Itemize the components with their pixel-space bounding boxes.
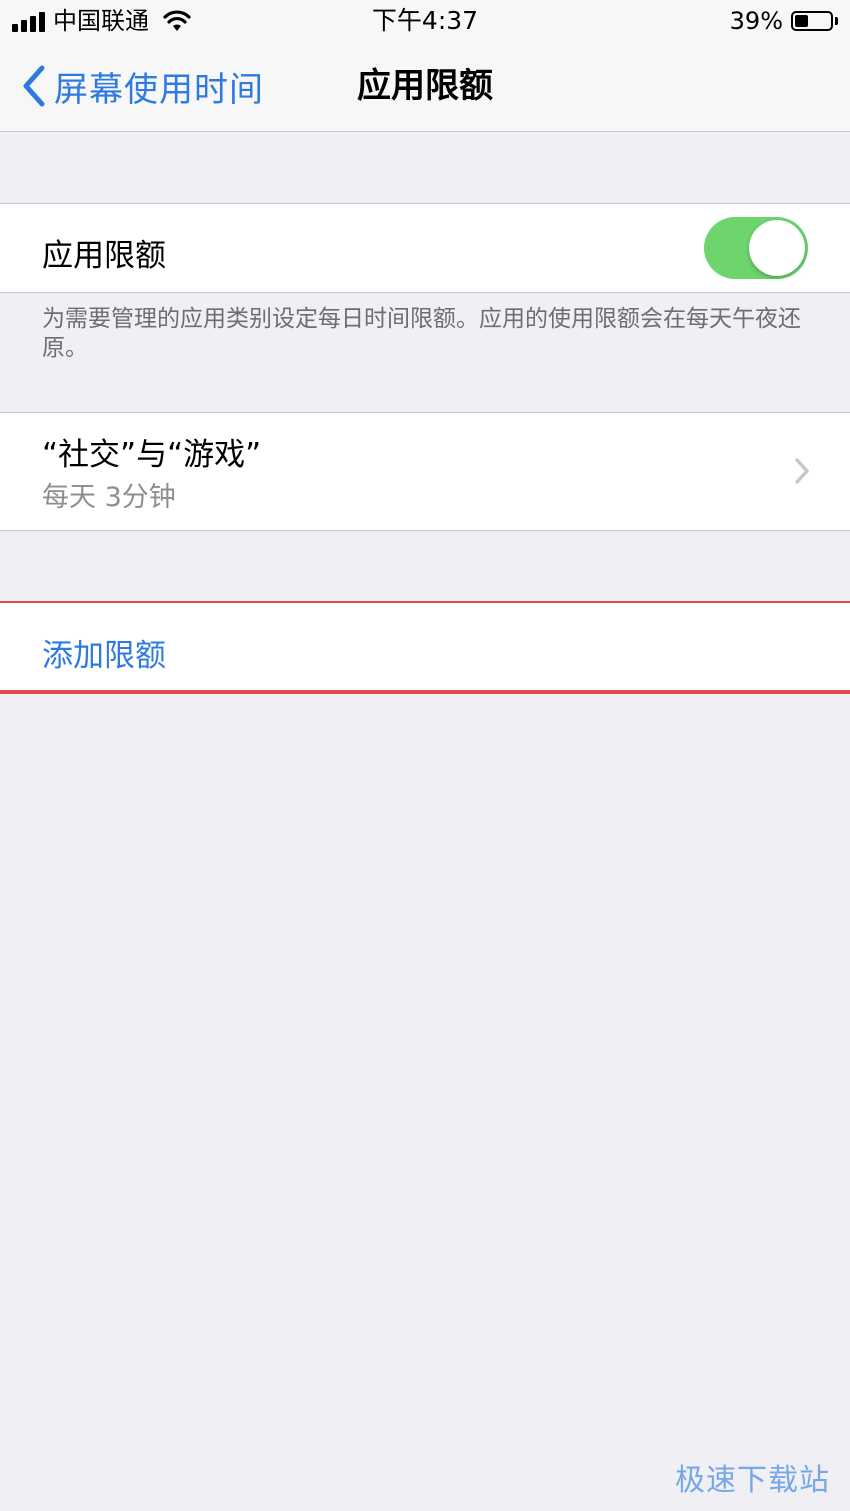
add-limit-label: 添加限额 — [42, 638, 166, 674]
status-right: 39% — [730, 6, 838, 36]
chevron-right-icon — [795, 458, 809, 484]
add-limit-button[interactable]: 添加限额 — [0, 603, 850, 693]
app-limits-description: 为需要管理的应用类别设定每日时间限额。应用的使用限额会在每天午夜还原。 — [42, 306, 801, 361]
highlight-border-bottom — [0, 690, 850, 694]
limit-item-subtitle: 每天 3分钟 — [42, 482, 176, 513]
app-limits-label: 应用限额 — [42, 238, 166, 274]
watermark: 极速下载站 — [675, 1463, 830, 1498]
toggle-knob — [749, 220, 805, 276]
app-limits-toggle-row: 应用限额 — [0, 203, 850, 293]
limit-item-row[interactable]: “社交”与“游戏” 每天 3分钟 — [0, 412, 850, 531]
limit-item-title: “社交”与“游戏” — [42, 437, 262, 473]
battery-percent: 39% — [729, 7, 783, 35]
app-limits-toggle[interactable] — [704, 217, 808, 279]
battery-icon — [791, 11, 833, 31]
status-time: 下午4:37 — [371, 6, 479, 35]
navigation-bar: 屏幕使用时间 应用限额 — [0, 44, 850, 132]
battery-tip — [835, 17, 838, 25]
status-bar: 中国联通 下午4:37 39% — [0, 0, 850, 44]
page-title: 应用限额 — [357, 66, 493, 106]
